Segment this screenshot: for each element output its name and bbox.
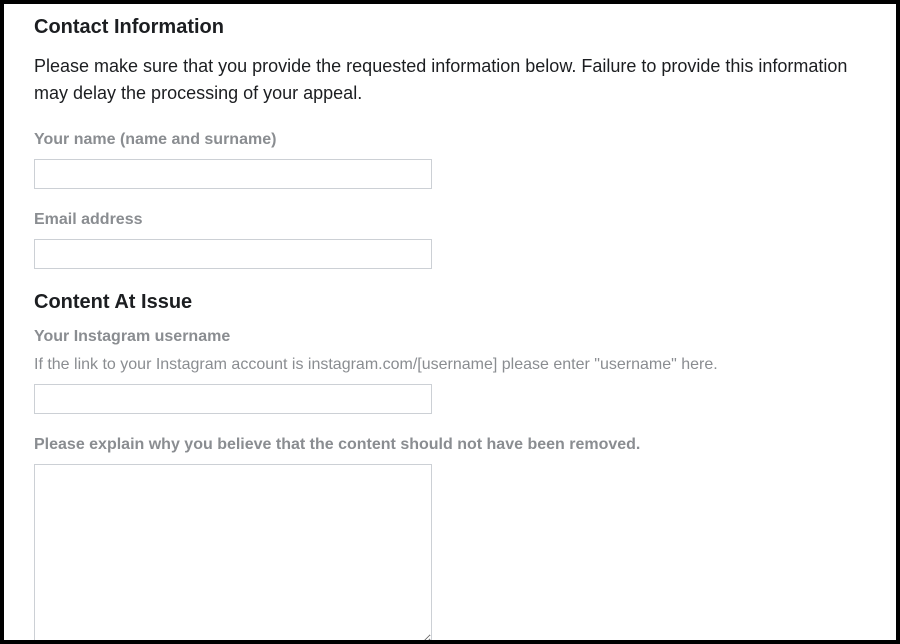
contact-description: Please make sure that you provide the re… [34, 53, 866, 107]
form-container: Contact Information Please make sure tha… [0, 0, 900, 644]
username-input[interactable] [34, 384, 432, 414]
contact-info-heading: Contact Information [34, 16, 866, 39]
email-input[interactable] [34, 239, 432, 269]
name-label: Your name (name and surname) [34, 131, 866, 149]
email-label: Email address [34, 211, 866, 229]
content-issue-heading: Content At Issue [34, 291, 866, 314]
name-input[interactable] [34, 159, 432, 189]
username-hint: If the link to your Instagram account is… [34, 356, 866, 374]
explain-label: Please explain why you believe that the … [34, 436, 866, 454]
username-label: Your Instagram username [34, 328, 866, 346]
explain-textarea[interactable] [34, 464, 432, 644]
